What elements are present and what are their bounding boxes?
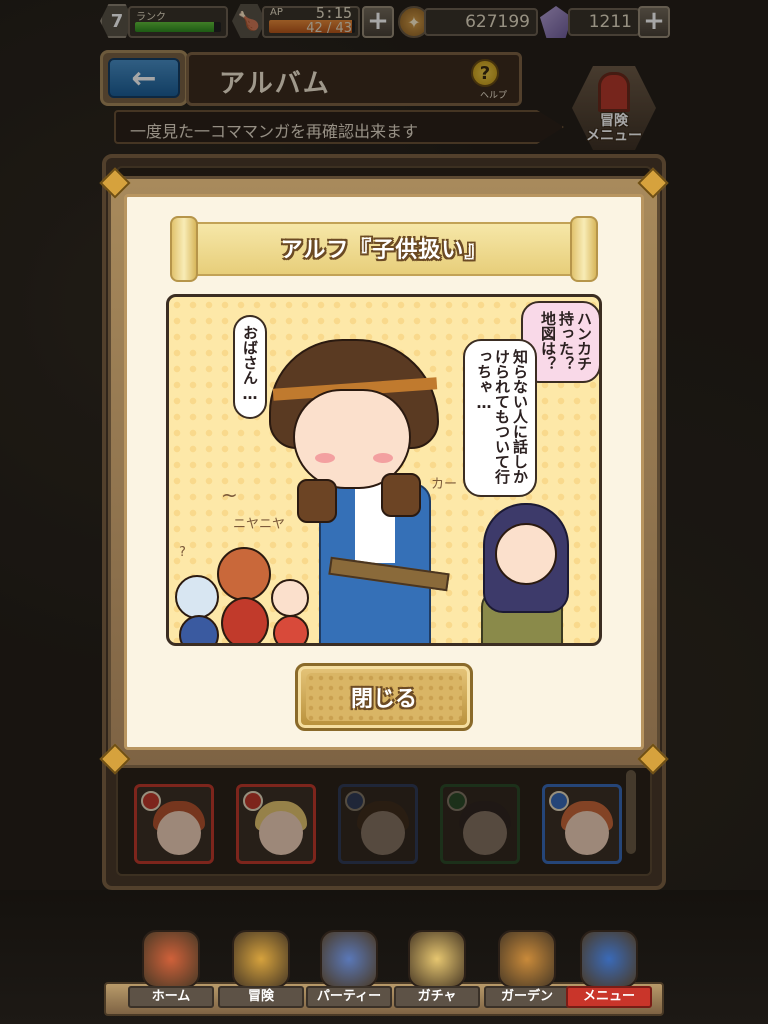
comic-title-banner: アルフ『子供扱い』 xyxy=(170,216,598,282)
nav-item-label: ガチャ xyxy=(394,986,480,1008)
comic-title: アルフ『子供扱い』 xyxy=(280,238,488,263)
sfx-kaa: カー xyxy=(431,477,458,492)
comic-panel: おばさん… ハンカチ持った？地図は？ 知らない人に話しかけられてもついて行っちゃ… xyxy=(166,294,602,646)
girl-character-face xyxy=(495,523,557,585)
nav-item-1[interactable]: 冒険 xyxy=(218,926,304,1016)
map-scroll-icon xyxy=(232,930,290,988)
small-character-bunny-body xyxy=(273,615,309,643)
small-character-silver-body xyxy=(179,615,219,643)
glove-right xyxy=(381,473,421,517)
nav-item-label: ガーデン xyxy=(484,986,570,1008)
small-character-redhead xyxy=(217,547,271,601)
nav-item-0[interactable]: ホーム xyxy=(128,926,214,1016)
small-character-redhead-body xyxy=(221,597,269,643)
nav-item-3[interactable]: ガチャ xyxy=(394,926,480,1016)
book-icon xyxy=(580,930,638,988)
close-button[interactable]: 閉じる xyxy=(295,663,473,731)
small-character-bunny xyxy=(271,579,309,617)
crystal-icon xyxy=(408,930,466,988)
house-icon xyxy=(142,930,200,988)
blush-mark xyxy=(315,453,335,463)
burger-icon xyxy=(498,930,556,988)
nav-item-4[interactable]: ガーデン xyxy=(484,926,570,1016)
nav-item-label: メニュー xyxy=(566,986,652,1008)
chess-pieces-icon xyxy=(320,930,378,988)
blush-mark xyxy=(373,453,393,463)
glove-left xyxy=(297,479,337,523)
sfx-niyaniya: ニヤニヤ xyxy=(233,517,286,532)
nav-item-label: ホーム xyxy=(128,986,214,1008)
speech-bubble-left: おばさん… xyxy=(233,315,267,419)
nav-item-2[interactable]: パーティー xyxy=(306,926,392,1016)
speech-bubble-right-middle: 知らない人に話しかけられてもついて行っちゃ… xyxy=(463,339,537,497)
nav-item-label: パーティー xyxy=(306,986,392,1008)
sfx-swirl: ~ xyxy=(221,483,238,507)
sfx-question: ? xyxy=(179,545,186,560)
nav-item-label: 冒険 xyxy=(218,986,304,1008)
small-character-silver xyxy=(175,575,219,619)
nav-item-5[interactable]: メニュー xyxy=(566,926,652,1016)
close-button-label: 閉じる xyxy=(306,673,462,721)
